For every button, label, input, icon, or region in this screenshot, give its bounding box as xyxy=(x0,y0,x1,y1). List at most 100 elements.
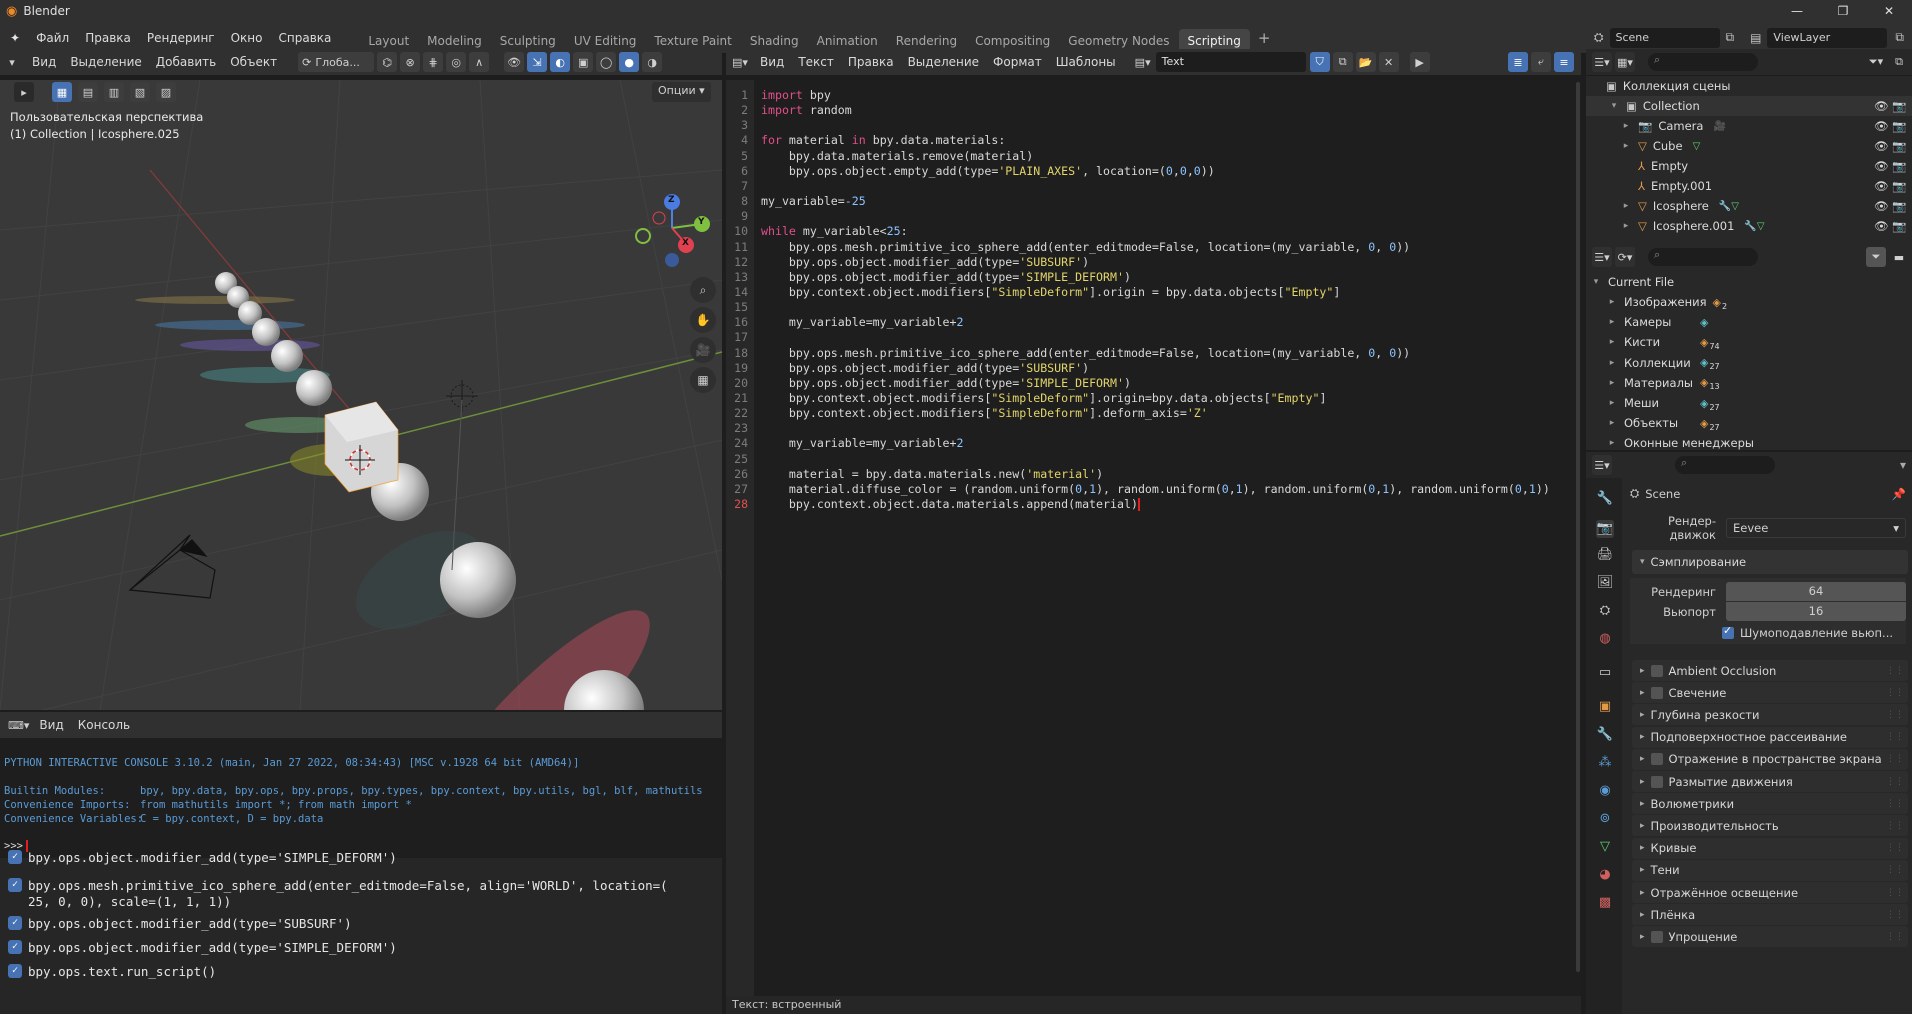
select-subtract-icon[interactable]: ▥ xyxy=(104,82,124,102)
properties-search-field[interactable]: ⌕ xyxy=(1675,456,1775,474)
expand-triangle-icon[interactable]: ▸ xyxy=(1606,438,1618,448)
drag-handle-icon[interactable]: ⋮⋮ xyxy=(1886,910,1904,920)
property-panel-header[interactable]: ▸ Производительность ⋮⋮ xyxy=(1632,815,1908,837)
render-camera-icon[interactable]: 📷 xyxy=(1892,199,1906,213)
expand-triangle-icon[interactable]: ▸ xyxy=(1606,297,1618,307)
denoise-checkbox-row[interactable]: Шумоподавление вьюп... xyxy=(1722,624,1893,640)
constraints-tab-icon[interactable]: ⊚ xyxy=(1596,810,1614,828)
property-panel-header[interactable]: ▸ Волюметрики ⋮⋮ xyxy=(1632,793,1908,815)
wireframe-shading-icon[interactable]: ◯ xyxy=(596,52,617,72)
expand-triangle-icon[interactable]: ▸ xyxy=(1620,201,1632,211)
select-invert-icon[interactable]: ▧ xyxy=(130,82,150,102)
editor-scrollbar[interactable] xyxy=(1576,82,1580,972)
visibility-icon[interactable]: 👁 xyxy=(504,52,525,72)
visibility-eye-icon[interactable]: 👁 xyxy=(1874,159,1889,173)
pivot-icon[interactable]: ⌬ xyxy=(377,52,398,72)
text-name-field[interactable]: Text xyxy=(1155,52,1306,72)
output-tab-icon[interactable]: 🖨 xyxy=(1596,546,1614,564)
drag-handle-icon[interactable]: ⋮⋮ xyxy=(1886,732,1904,742)
property-panel-header[interactable]: ▸ Плёнка ⋮⋮ xyxy=(1632,904,1908,926)
drag-handle-icon[interactable]: ⋮⋮ xyxy=(1886,710,1904,720)
solid-shading-icon[interactable]: ● xyxy=(619,52,640,72)
visibility-eye-icon[interactable]: 👁 xyxy=(1874,219,1889,233)
view-layer-icon[interactable]: ▤ xyxy=(1750,31,1761,45)
text-editor[interactable]: 1 2 3 4 5 6 7 8 9 10 11 12 13 14 15 16 17 18 19 20 21 22 23 24 2… xyxy=(726,80,1581,996)
properties-options-icon[interactable]: ▾ xyxy=(1900,458,1906,472)
select-intersect-icon[interactable]: ▨ xyxy=(156,82,176,102)
viewport-samples-field[interactable]: 16 xyxy=(1726,602,1906,621)
text-editor-menu-item[interactable]: Текст xyxy=(791,55,841,69)
sampling-panel-header[interactable]: ▾ Сэмплирование xyxy=(1632,550,1908,574)
view-layer-selector[interactable]: ViewLayer xyxy=(1767,27,1888,48)
property-panel-header[interactable]: ▸ Тени ⋮⋮ xyxy=(1632,859,1908,881)
word-wrap-toggle-icon[interactable]: ⤶ xyxy=(1531,52,1551,72)
collection-tab-icon[interactable]: ▭ xyxy=(1596,664,1614,682)
render-camera-icon[interactable]: 📷 xyxy=(1892,179,1906,193)
outliner-item[interactable]: ▸ ▽ Icosphere.001 🔧▽ 👁 📷 xyxy=(1586,216,1912,236)
console-menu-item[interactable]: Консоль xyxy=(71,718,137,732)
3d-viewport[interactable]: Z Y X ▸ ▦ ▤ ▥ ▧ ▨ Опции ▾ Пользовательск… xyxy=(0,80,722,710)
blendfile-search-field[interactable]: ⌕ xyxy=(1648,248,1758,266)
expand-triangle-icon[interactable]: ▸ xyxy=(1620,221,1632,231)
console-type-icon[interactable]: ⌨▾ xyxy=(8,715,30,735)
drag-handle-icon[interactable]: ⋮⋮ xyxy=(1886,865,1904,875)
object-tab-icon[interactable]: ▣ xyxy=(1596,698,1614,716)
drag-handle-icon[interactable]: ⋮⋮ xyxy=(1886,754,1904,764)
panel-expand-icon[interactable]: ▸ xyxy=(1640,777,1645,787)
new-scene-button[interactable]: ⧉ xyxy=(1726,30,1735,45)
snap-icon[interactable]: ⊗ xyxy=(400,52,421,72)
proportional-edit-icon[interactable]: ◎ xyxy=(446,52,467,72)
menu-item[interactable]: Окно xyxy=(223,23,271,53)
blendfile-item[interactable]: ▸ Меши ◈ 27 xyxy=(1586,393,1912,413)
text-editor-menu-item[interactable]: Выделение xyxy=(901,55,986,69)
console-menu-item[interactable]: Вид xyxy=(32,718,70,732)
display-mode-icon[interactable]: ▦▾ xyxy=(1615,52,1635,72)
panel-expand-icon[interactable]: ▸ xyxy=(1640,843,1645,853)
line-numbers-toggle-icon[interactable]: ≣ xyxy=(1508,52,1528,72)
menu-item[interactable]: Рендеринг xyxy=(139,23,223,53)
panel-expand-icon[interactable]: ▸ xyxy=(1640,910,1645,920)
blendfile-filter-icon[interactable]: ⏷ xyxy=(1866,247,1886,267)
visibility-eye-icon[interactable]: 👁 xyxy=(1874,179,1889,193)
property-panel-header[interactable]: ▸ Глубина резкости ⋮⋮ xyxy=(1632,704,1908,726)
drag-handle-icon[interactable]: ⋮⋮ xyxy=(1886,777,1904,787)
syntax-highlight-toggle-icon[interactable]: ≡ xyxy=(1554,52,1574,72)
property-panel-header[interactable]: ▸ Отражённое освещение ⋮⋮ xyxy=(1632,882,1908,903)
outliner-item[interactable]: ⅄ Empty 👁 📷 xyxy=(1586,156,1912,176)
outliner-item[interactable]: ▸ 📷 Camera 🎥 👁 📷 xyxy=(1586,116,1912,136)
expand-triangle-icon[interactable]: ▸ xyxy=(1606,317,1618,327)
panel-enable-checkbox[interactable] xyxy=(1650,664,1663,677)
blender-menu-icon[interactable]: ✦ xyxy=(0,31,28,45)
menu-item[interactable]: Файл xyxy=(28,23,77,53)
view-layer-tab-icon[interactable]: 🖼 xyxy=(1596,574,1614,592)
history-entry[interactable]: ✓ bpy.ops.object.modifier_add(type='SIMPL… xyxy=(0,846,722,868)
text-editor-menu-item[interactable]: Правка xyxy=(841,55,901,69)
render-engine-dropdown[interactable]: Eevee ▾ xyxy=(1726,518,1906,538)
history-entry[interactable]: 25, 0, 0), scale=(1, 1, 1)) xyxy=(0,890,722,912)
xray-toggle-icon[interactable]: ▣ xyxy=(573,52,594,72)
outliner-item[interactable]: ⅄ Empty.001 👁 📷 xyxy=(1586,176,1912,196)
panel-expand-icon[interactable]: ▸ xyxy=(1640,865,1645,875)
text-editor-menu-item[interactable]: Формат xyxy=(986,55,1049,69)
zoom-icon[interactable]: ⌕ xyxy=(690,277,716,303)
property-panel-header[interactable]: ▸ Упрощение ⋮⋮ xyxy=(1632,926,1908,948)
blendfile-item[interactable]: ▸ Коллекции ◈ 27 xyxy=(1586,353,1912,373)
text-editor-menu-item[interactable]: Вид xyxy=(753,55,791,69)
drag-handle-icon[interactable]: ⋮⋮ xyxy=(1886,688,1904,698)
menu-item[interactable]: Правка xyxy=(77,23,139,53)
scene-tab-icon[interactable]: ⛭ xyxy=(1596,602,1614,620)
gizmo-toggle-icon[interactable]: ⇲ xyxy=(527,52,548,72)
select-tool-icon[interactable]: ▸ xyxy=(14,82,34,102)
modifier-tab-icon[interactable]: 🔧 xyxy=(1596,726,1614,744)
tool-tab-icon[interactable]: 🔧 xyxy=(1596,490,1614,508)
outliner-collection[interactable]: ▾ ▣ Collection 👁 📷 xyxy=(1586,96,1912,116)
panel-expand-icon[interactable]: ▸ xyxy=(1640,932,1645,942)
panel-expand-icon[interactable]: ▸ xyxy=(1640,799,1645,809)
unlink-text-icon[interactable]: ✕ xyxy=(1378,52,1399,72)
property-panel-header[interactable]: ▸ Ambient Occlusion ⋮⋮ xyxy=(1632,660,1908,681)
properties-editor[interactable]: 🔧 📷 🖨 🖼 ⛭ ◍ ▭ ▣ 🔧 ⁂ ◉ ⊚ ▽ ◕ ▩ ⛭ Scene 📌 … xyxy=(1586,478,1912,1014)
blendfile-item[interactable]: ▸ Камеры ◈ xyxy=(1586,312,1912,332)
select-new-icon[interactable]: ▦ xyxy=(52,82,72,102)
render-camera-icon[interactable]: 📷 xyxy=(1892,119,1906,133)
fake-user-icon[interactable]: ⛉ xyxy=(1309,52,1330,72)
